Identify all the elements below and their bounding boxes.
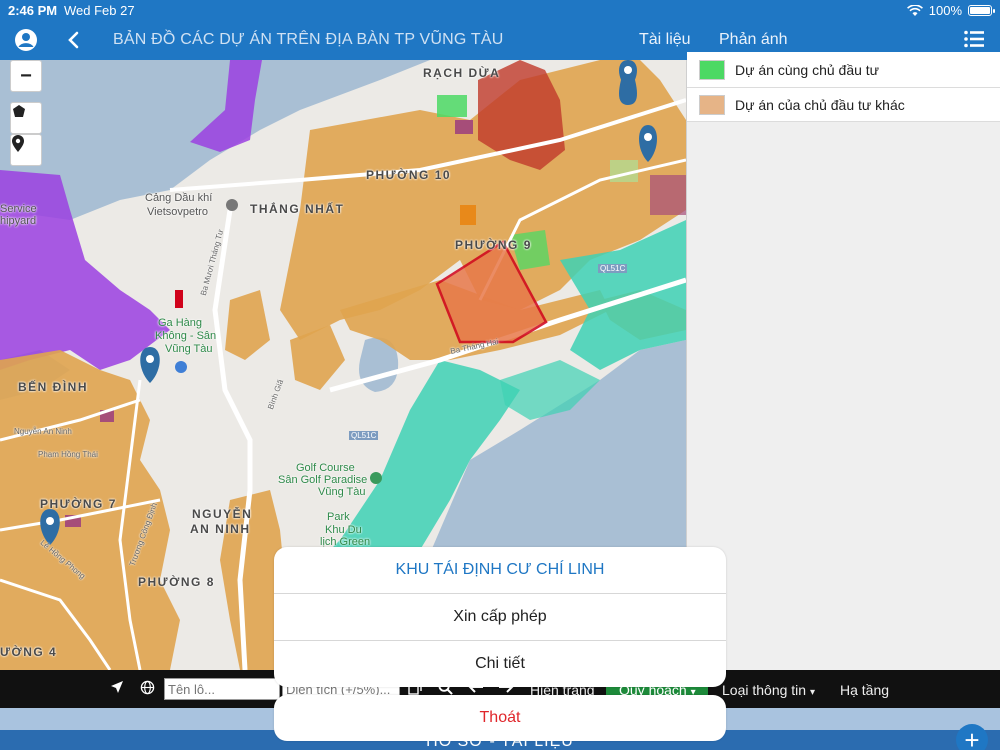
status-date: Wed Feb 27 <box>64 3 135 18</box>
legend-item: Dự án của chủ đầu tư khác <box>687 88 1000 122</box>
back-chevron-icon[interactable] <box>66 28 82 52</box>
action-sheet: KHU TÁI ĐỊNH CƯ CHÍ LINH Xin cấp phép Ch… <box>274 547 726 687</box>
user-icon[interactable] <box>14 28 38 52</box>
battery-icon <box>968 5 995 16</box>
action-sheet-title: KHU TÁI ĐỊNH CƯ CHÍ LINH <box>395 561 605 578</box>
cancel-button[interactable]: Thoát <box>274 695 726 741</box>
map-label: PHƯỜNG 7 <box>40 497 117 511</box>
map-label: Golf Course <box>296 462 355 474</box>
map-label: Vietsovpetro <box>147 206 208 218</box>
polygon-icon <box>13 105 25 117</box>
battery-percent: 100% <box>928 3 962 18</box>
wifi-icon <box>906 4 923 16</box>
map-label: PHƯỜNG 9 <box>455 238 532 252</box>
legend-swatch <box>699 59 725 80</box>
map-label: RẠCH DỪA <box>423 66 501 80</box>
map-label: Không - Sân <box>155 330 217 342</box>
details-button[interactable]: Chi tiết <box>274 641 726 687</box>
status-time: 2:46 PM <box>8 3 58 18</box>
map-label: Phạm Hồng Thái <box>38 450 98 459</box>
list-menu-icon[interactable] <box>964 30 984 48</box>
legend-item: Dự án cùng chủ đầu tư <box>687 52 1000 88</box>
globe-icon[interactable] <box>140 680 155 695</box>
status-right: 100% <box>906 3 995 18</box>
map-label: PHƯỜNG 8 <box>138 575 215 589</box>
dropdown-loai-thong-tin-label: Loại thông tin <box>722 682 807 698</box>
legend-label: Dự án cùng chủ đầu tư <box>735 61 880 78</box>
map-label: NGUYỄN <box>192 507 253 521</box>
lot-name-input[interactable] <box>164 678 280 700</box>
map-label: Cảng Dầu khí <box>145 192 213 204</box>
legend-label: Dự án của chủ đầu tư khác <box>735 96 905 113</box>
map-label: hipyard <box>0 215 37 227</box>
map-label: Nguyễn An Ninh <box>14 427 72 436</box>
map-label: THẮNG NHẤT <box>250 202 345 216</box>
nav-link-phan-anh[interactable]: Phản ánh <box>719 31 788 49</box>
map-label: BẾN ĐÌNH <box>18 380 89 394</box>
page-title: BẢN ĐỒ CÁC DỰ ÁN TRÊN ĐỊA BÀN TP VŨNG TÀ… <box>113 31 504 48</box>
add-button[interactable]: + <box>956 724 988 750</box>
map-label: Service <box>0 203 37 215</box>
map-label: QL51C <box>598 264 628 273</box>
map-label: Park <box>327 511 350 523</box>
status-bar: 2:46 PM Wed Feb 27 100% <box>0 0 1000 20</box>
legend-swatch <box>699 94 725 115</box>
zoom-out-button[interactable]: − <box>10 60 42 92</box>
map-label: AN NINH <box>190 522 251 536</box>
map-label: QL51C <box>349 431 379 440</box>
map-label: Vũng Tàu <box>318 486 366 498</box>
map-label: Khu Du <box>325 524 362 536</box>
map-label: Sân Golf Paradise <box>278 474 368 486</box>
tab-ha-tang[interactable]: Hạ tầng <box>840 682 889 698</box>
location-arrow-icon[interactable] <box>110 680 124 694</box>
map-label: Ga Hàng <box>158 317 203 329</box>
map-label: ƯỜNG 4 <box>0 645 58 659</box>
draw-marker-button[interactable] <box>10 134 42 166</box>
draw-polygon-button[interactable] <box>10 102 42 134</box>
nav-link-tai-lieu[interactable]: Tài liệu <box>639 31 691 49</box>
map-marker[interactable] <box>140 347 160 383</box>
dropdown-loai-thong-tin[interactable]: Loại thông tin ▾ <box>722 682 815 698</box>
request-permit-button[interactable]: Xin cấp phép <box>274 594 726 640</box>
legend-panel: Dự án cùng chủ đầu tư Dự án của chủ đầu … <box>686 52 1000 690</box>
map-pin-icon <box>12 135 24 152</box>
map-label: PHƯỜNG 10 <box>366 168 452 182</box>
chevron-down-icon: ▾ <box>809 687 815 698</box>
map-label: Vũng Tàu <box>165 343 213 355</box>
